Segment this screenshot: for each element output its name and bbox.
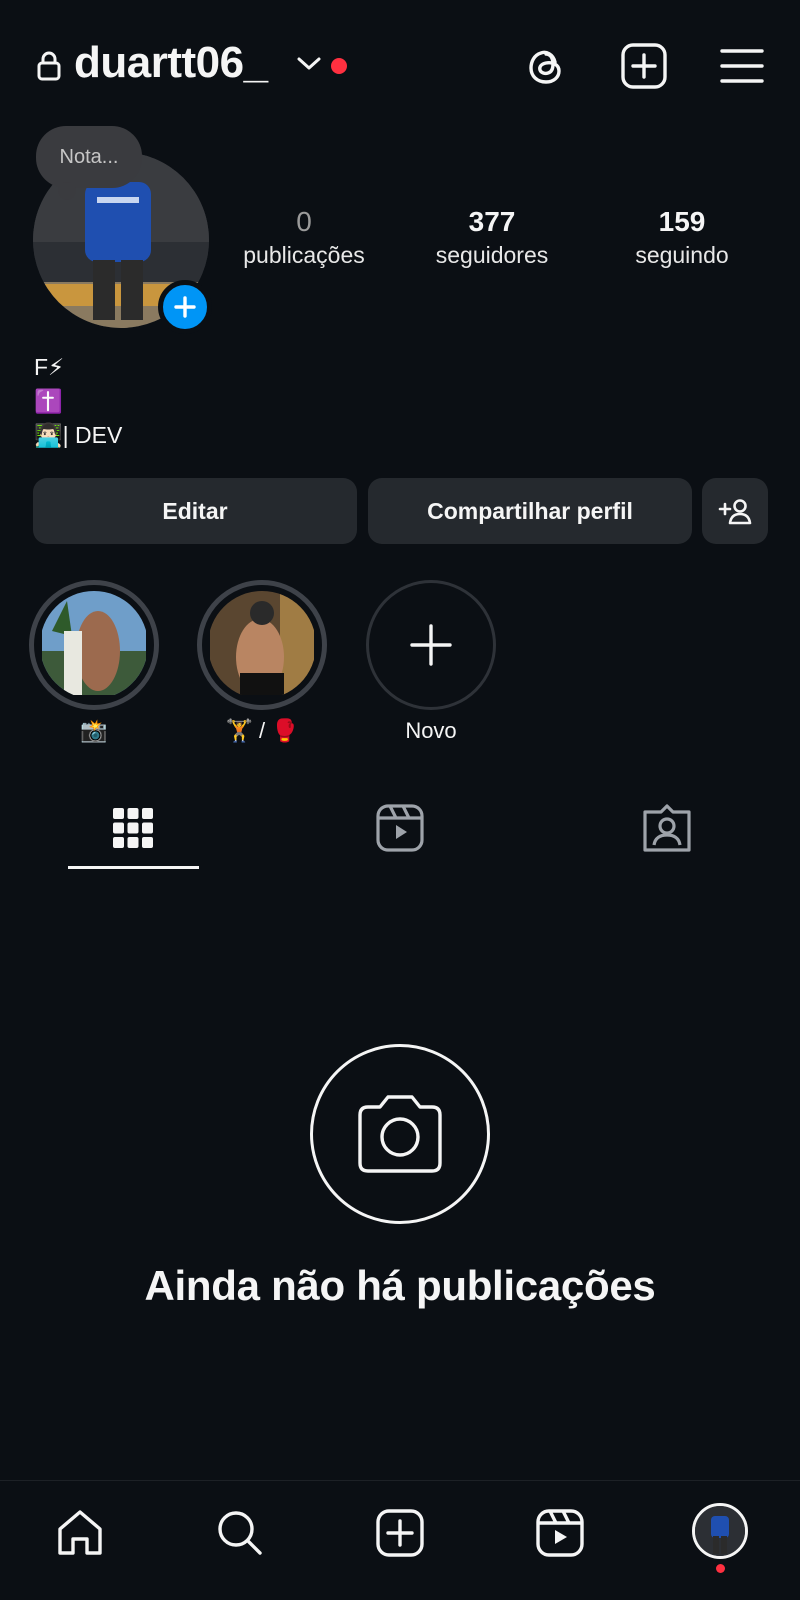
empty-state-camera [310, 1044, 490, 1224]
followers-value: 377 [468, 206, 516, 237]
create-icon[interactable] [374, 1507, 426, 1559]
bottom-nav [0, 1480, 800, 1600]
empty-state-title: Ainda não há publicações [144, 1262, 656, 1309]
tab-tagged[interactable] [639, 800, 695, 856]
new-highlight[interactable]: Novo [366, 580, 496, 744]
profile-nav-avatar[interactable] [692, 1503, 748, 1559]
camera-icon [358, 1095, 442, 1173]
highlight-label: Novo [405, 718, 457, 743]
reels-icon [376, 804, 424, 852]
discover-people-button[interactable] [702, 478, 768, 544]
create-post-icon[interactable] [620, 42, 668, 90]
reels-nav-icon[interactable] [534, 1507, 586, 1559]
avatar-thumb [695, 1506, 745, 1556]
search-icon[interactable] [214, 1507, 266, 1559]
bio-line: F⚡ [34, 354, 65, 380]
highlight-item[interactable]: 📸 [29, 580, 159, 744]
username[interactable]: duartt06_ [74, 38, 268, 88]
following-label: seguindo [635, 242, 729, 268]
posts-label: publicações [243, 242, 365, 268]
new-highlight-ring[interactable] [366, 580, 496, 710]
tagged-icon [643, 804, 691, 852]
highlight-cover [208, 591, 316, 699]
bio-line: ✝️ [34, 388, 63, 414]
highlight-label: 🏋️ / 🥊 [225, 718, 299, 743]
menu-icon[interactable] [718, 42, 766, 90]
active-tab-indicator [68, 866, 199, 869]
threads-icon[interactable] [522, 42, 570, 90]
edit-profile-button[interactable]: Editar [33, 478, 357, 544]
home-icon[interactable] [54, 1507, 106, 1559]
profile-notification-dot [716, 1564, 725, 1573]
bio-line: 👨🏻‍💻| DEV [34, 422, 123, 448]
following-count[interactable]: 159 seguindo [608, 206, 756, 269]
highlight-ring[interactable] [197, 580, 327, 710]
followers-label: seguidores [435, 242, 549, 268]
posts-count[interactable]: 0 publicações [230, 206, 378, 269]
highlight-ring[interactable] [29, 580, 159, 710]
plus-icon [174, 296, 196, 318]
lock-icon [37, 51, 61, 81]
following-value: 159 [658, 206, 706, 237]
highlight-cover [40, 591, 148, 699]
note-bubble[interactable]: Nota... [36, 126, 142, 200]
share-profile-button[interactable]: Compartilhar perfil [368, 478, 692, 544]
tab-reels[interactable] [372, 800, 428, 856]
followers-count[interactable]: 377 seguidores [418, 206, 566, 269]
chevron-down-icon[interactable] [296, 56, 322, 72]
posts-value: 0 [296, 206, 312, 237]
highlight-label: 📸 [80, 718, 108, 743]
add-story-button[interactable] [158, 280, 212, 334]
bio: F⚡ ✝️ 👨🏻‍💻| DEV [34, 350, 122, 452]
highlight-item[interactable]: 🏋️ / 🥊 [197, 580, 327, 744]
tab-grid[interactable] [105, 800, 161, 856]
grid-icon [113, 808, 153, 848]
notification-dot [331, 58, 347, 74]
plus-icon [410, 624, 452, 666]
profile-header: duartt06_ [0, 0, 800, 130]
add-user-icon [718, 499, 752, 525]
